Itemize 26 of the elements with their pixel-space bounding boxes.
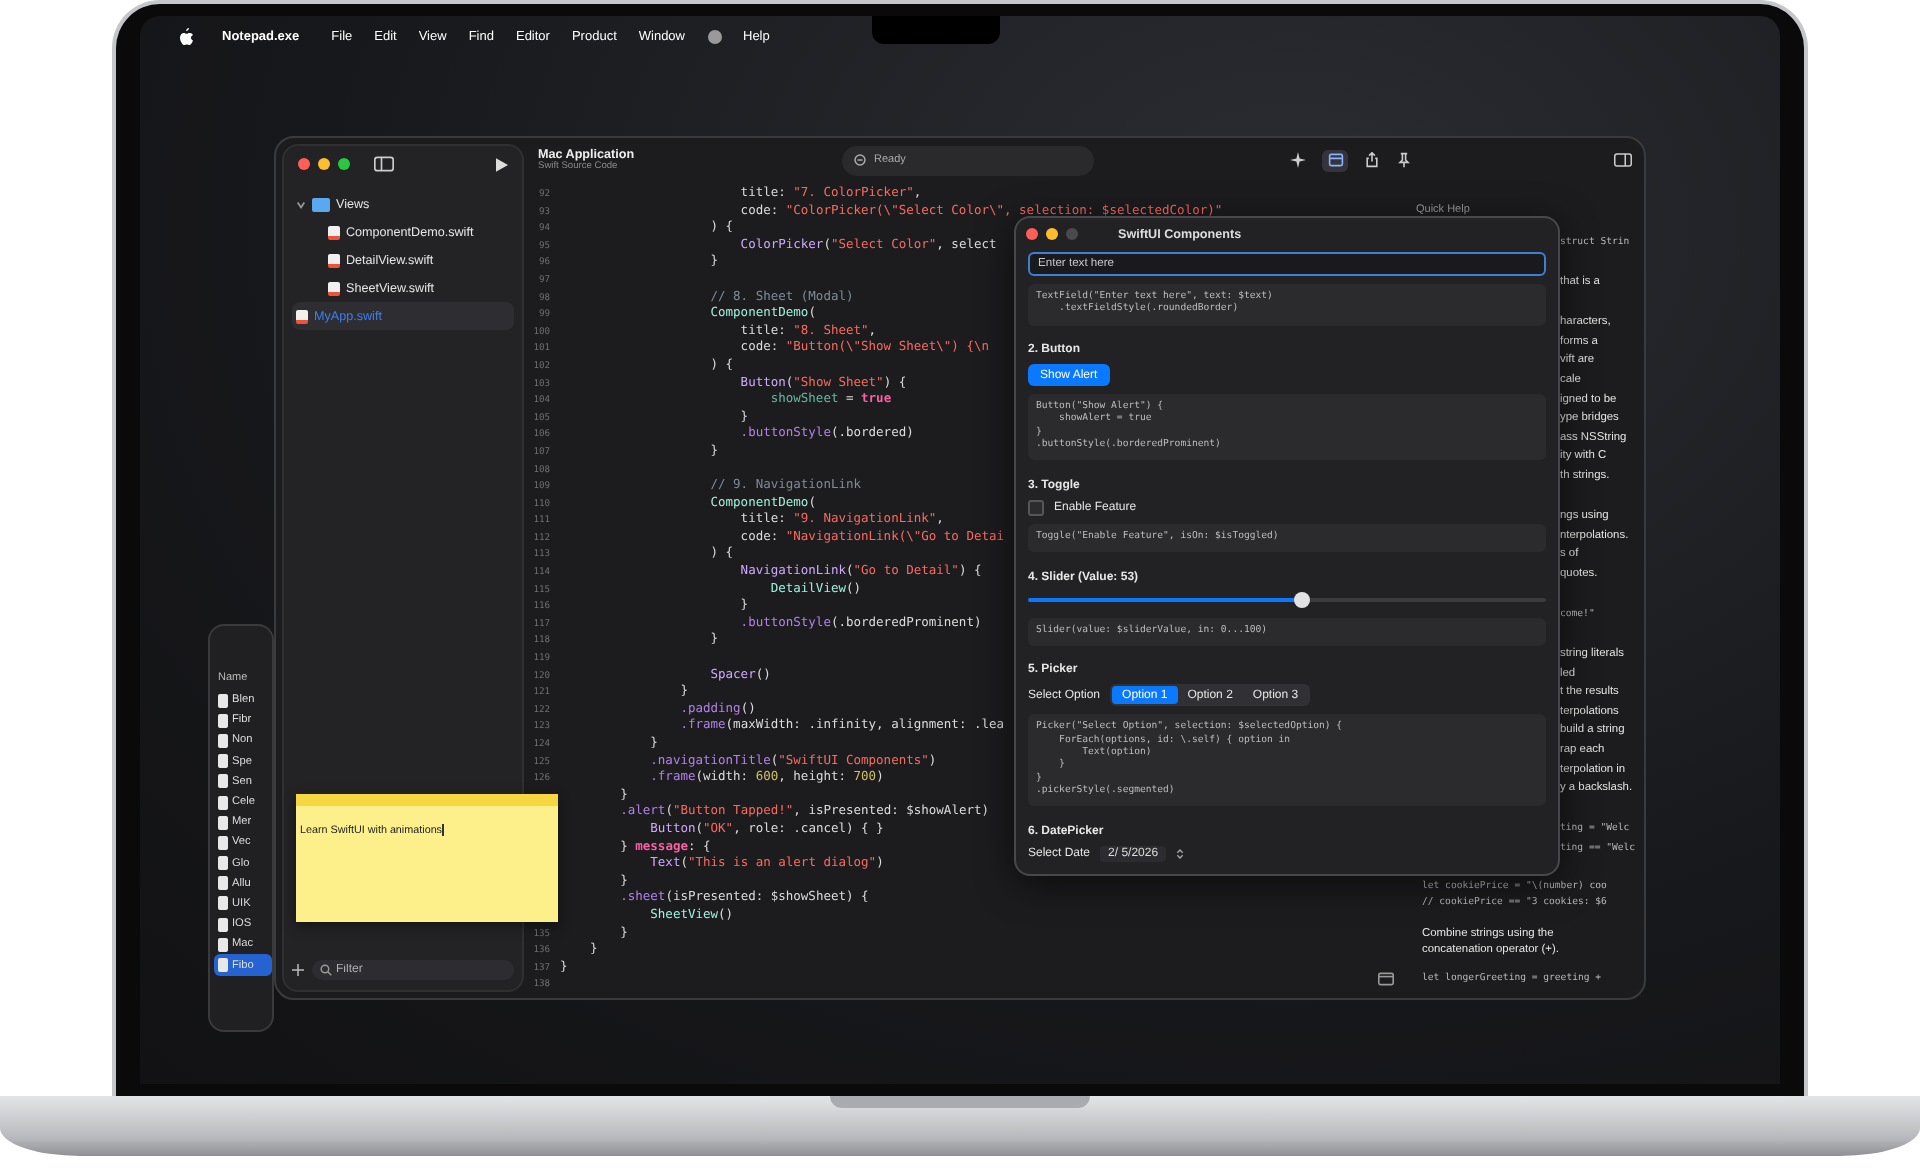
search-icon — [320, 964, 332, 976]
add-icon[interactable] — [292, 964, 304, 976]
apple-logo-icon[interactable] — [178, 27, 194, 45]
close-button[interactable] — [1026, 228, 1038, 240]
folder-icon — [312, 197, 330, 211]
chevron-icon[interactable] — [296, 199, 306, 209]
inspector-toggle-icon[interactable] — [1614, 152, 1632, 168]
minimize-button[interactable] — [318, 158, 330, 170]
checkbox[interactable] — [1028, 499, 1044, 516]
zoom-button[interactable] — [338, 158, 350, 170]
minimize-button[interactable] — [1046, 228, 1058, 240]
menu-extra-icon[interactable] — [707, 29, 721, 43]
camera-notch — [872, 16, 1000, 44]
pin-icon[interactable] — [1396, 152, 1412, 168]
slider-track[interactable] — [1028, 597, 1546, 602]
stepper-icon[interactable] — [1176, 847, 1185, 860]
play-icon[interactable] — [496, 157, 508, 171]
close-button[interactable] — [298, 158, 310, 170]
share-icon[interactable] — [1364, 152, 1380, 168]
slider-thumb[interactable] — [1294, 591, 1311, 608]
swift-file-icon — [296, 309, 308, 323]
status-icon — [854, 154, 866, 166]
library-button[interactable] — [1322, 149, 1348, 171]
window-icon[interactable] — [1378, 972, 1394, 986]
sparkle-icon[interactable] — [1290, 152, 1306, 168]
sidebar-toggle-icon[interactable] — [374, 156, 394, 172]
